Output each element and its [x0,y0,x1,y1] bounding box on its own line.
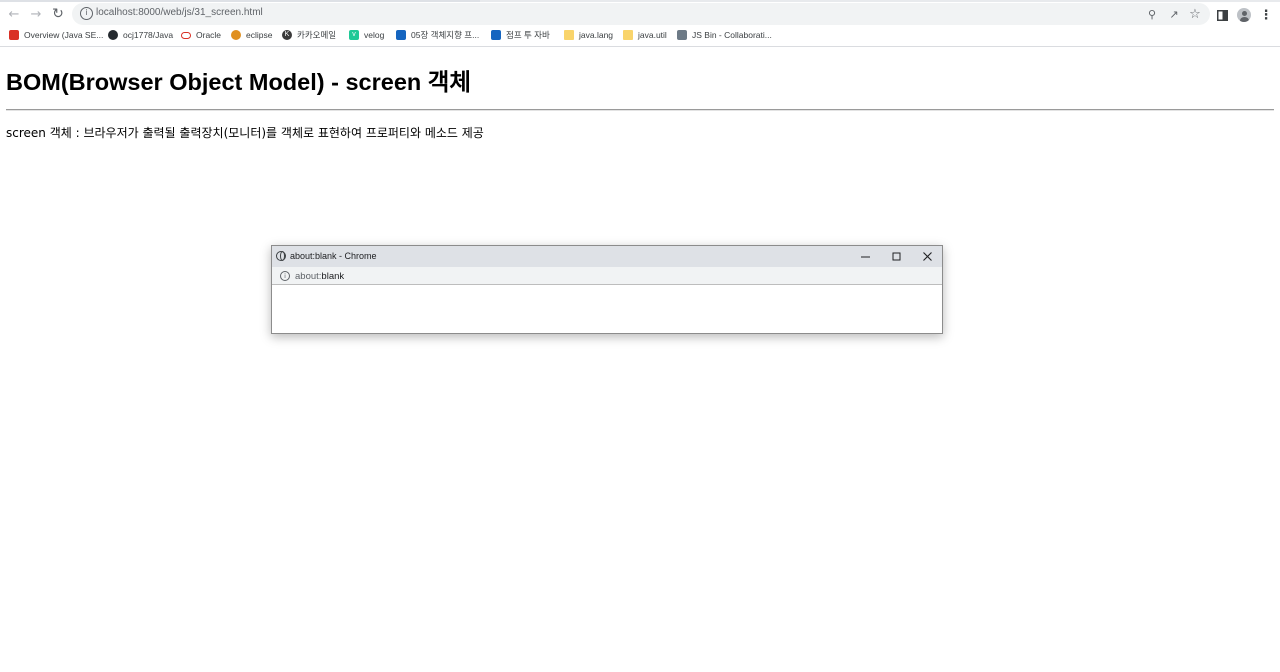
oracle-java-icon [9,30,19,40]
address-bar[interactable]: i localhost:8000/web/js/31_screen.html ⚲… [72,3,1210,25]
bookmark-chapter05[interactable]: 05장 객체지향 프... [396,28,479,42]
more-menu-icon[interactable]: ⋮ [1258,7,1274,23]
browser-toolbar: ← → ↻ i localhost:8000/web/js/31_screen.… [0,2,1280,26]
close-icon[interactable] [917,248,937,264]
bookmark-kakao[interactable]: K 카카오메일 [282,28,336,42]
popup-title: about:blank - Chrome [290,251,377,261]
forward-arrow-icon[interactable]: → [27,5,45,23]
page-description: screen 객체 : 브라우저가 출력될 출력장치(모니터)를 객체로 표현하… [6,126,484,140]
github-icon [108,30,118,40]
bookmark-java-lang[interactable]: java.lang [564,28,613,42]
maximize-icon[interactable] [886,248,906,264]
reload-icon[interactable]: ↻ [49,5,67,23]
zoom-icon[interactable]: ⚲ [1144,6,1160,22]
bookmark-oracle[interactable]: Oracle [181,28,221,42]
popup-url: about:blank [295,271,345,282]
side-panel-icon[interactable] [1214,7,1230,23]
bookmark-star-icon[interactable]: ☆ [1187,6,1203,22]
kakao-icon: K [282,30,292,40]
folder-icon [564,30,574,40]
address-url[interactable]: localhost:8000/web/js/31_screen.html [96,7,263,18]
bookmark-github[interactable]: ocj1778/Java [108,28,173,42]
popup-title-bar[interactable]: about:blank - Chrome [272,246,942,267]
globe-icon [276,251,286,261]
eclipse-icon [231,30,241,40]
bookmark-velog[interactable]: v velog [349,28,384,42]
bookmark-eclipse[interactable]: eclipse [231,28,272,42]
bookmark-java-util[interactable]: java.util [623,28,667,42]
oracle-icon [181,31,191,39]
profile-avatar-icon[interactable] [1237,8,1251,22]
horizontal-rule [6,109,1274,111]
page-title: BOM(Browser Object Model) - screen 객체 [6,69,472,95]
share-icon[interactable]: ↗ [1166,6,1182,22]
bookmarks-bar: Overview (Java SE... ocj1778/Java Oracle… [0,26,1280,44]
popup-address-bar[interactable]: i about:blank [272,267,942,285]
popup-window[interactable]: about:blank - Chrome i about:blank [271,245,943,334]
site-info-icon[interactable]: i [80,7,93,20]
velog-icon: v [349,30,359,40]
bookmark-jump-to-java[interactable]: 점프 투 자바 [491,28,550,42]
bookmark-overview-java[interactable]: Overview (Java SE... [9,28,103,42]
bookmark-jsbin[interactable]: JS Bin - Collaborati... [677,28,772,42]
jsbin-icon [677,30,687,40]
minimize-icon[interactable] [855,248,875,264]
site-info-icon[interactable]: i [280,271,290,281]
wikidocs-icon [491,30,501,40]
doc-icon [396,30,406,40]
back-arrow-icon[interactable]: ← [5,5,23,23]
toolbar-divider [0,46,1280,47]
folder-icon [623,30,633,40]
